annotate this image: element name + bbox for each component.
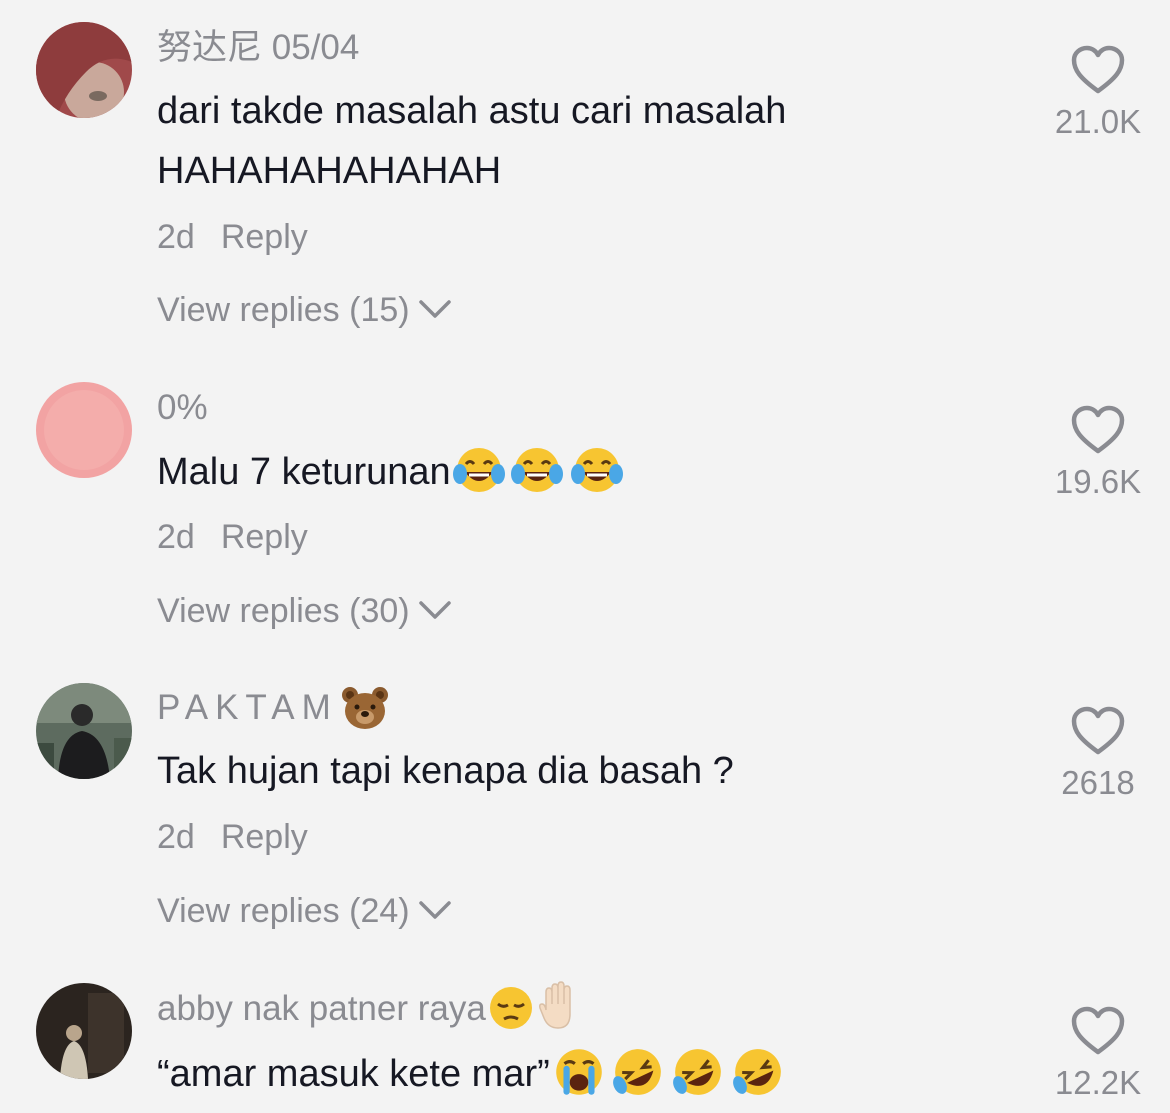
heart-outline-icon[interactable] xyxy=(1070,404,1126,456)
chevron-down-icon xyxy=(418,601,451,619)
rofl-emoji xyxy=(612,1049,661,1095)
tears-of-joy-emoji xyxy=(510,447,563,492)
comment-time: 2d xyxy=(157,218,195,256)
comment-text: Malu 7 keturunan xyxy=(157,443,627,501)
heart-outline-icon[interactable] xyxy=(1070,1005,1126,1057)
view-replies-label: View replies (30) xyxy=(157,592,410,630)
view-replies-label: View replies (24) xyxy=(157,892,410,930)
like-count: 2618 xyxy=(1061,764,1135,801)
comment-text: “amar masuk kete mar” xyxy=(157,1045,788,1103)
reply-button[interactable]: Reply xyxy=(221,518,308,556)
tears-of-joy-emoji xyxy=(570,447,623,492)
comment-time: 2d xyxy=(157,518,195,556)
comment-text-content: Malu 7 keturunan xyxy=(157,451,451,493)
like-control[interactable]: 21.0K xyxy=(1040,44,1156,142)
rofl-emoji xyxy=(672,1049,721,1095)
like-control[interactable]: 12.2K xyxy=(1040,1005,1156,1103)
comment-text: Tak hujan tapi kenapa dia basah ? xyxy=(157,750,734,792)
avatar[interactable] xyxy=(36,382,132,478)
avatar[interactable] xyxy=(36,983,132,1079)
view-replies-label: View replies (15) xyxy=(157,291,410,329)
comment-text-content: “amar masuk kete mar” xyxy=(157,1053,550,1095)
chevron-down-icon xyxy=(418,901,451,919)
view-replies-button[interactable]: View replies (30) xyxy=(157,589,452,633)
view-replies-button[interactable]: View replies (24) xyxy=(157,889,452,933)
comment-meta: 2d Reply xyxy=(157,215,308,259)
like-count: 12.2K xyxy=(1054,1064,1142,1101)
comment-text-line-1: dari takde masalah astu cari masalah xyxy=(157,90,787,132)
bear-emoji xyxy=(341,686,388,729)
comment-username[interactable]: abby nak patner raya xyxy=(157,980,584,1032)
comment-username-text: PAKTAM xyxy=(157,688,338,727)
avatar-image xyxy=(36,22,132,118)
like-count: 19.6K xyxy=(1054,463,1142,500)
loudly-crying-emoji xyxy=(555,1049,602,1095)
view-replies-button[interactable]: View replies (15) xyxy=(157,288,452,332)
reply-button[interactable]: Reply xyxy=(221,218,308,256)
chevron-down-icon xyxy=(418,300,451,318)
comment-username-text: abby nak patner raya xyxy=(157,989,486,1028)
avatar-image xyxy=(36,683,132,779)
like-control[interactable]: 19.6K xyxy=(1040,404,1156,502)
heart-outline-icon[interactable] xyxy=(1070,44,1126,96)
like-control[interactable]: 2618 xyxy=(1040,705,1156,803)
avatar[interactable] xyxy=(36,683,132,779)
comment-meta: 2d Reply xyxy=(157,815,308,859)
avatar-image xyxy=(36,382,132,478)
like-count: 21.0K xyxy=(1054,103,1142,140)
reply-button[interactable]: Reply xyxy=(221,818,308,856)
avatar-image xyxy=(36,983,132,1079)
avatar[interactable] xyxy=(36,22,132,118)
rofl-emoji xyxy=(732,1049,781,1095)
pensive-emoji xyxy=(489,986,532,1029)
comment-username[interactable]: 0% xyxy=(157,386,208,430)
comment-username[interactable]: 努达尼 05/04 xyxy=(157,26,359,70)
comment-text-line-2: HAHAHAHAHAHAH xyxy=(157,150,502,192)
raised-hand-emoji xyxy=(538,980,571,1029)
comment-meta: 2d Reply xyxy=(157,515,308,559)
heart-outline-icon[interactable] xyxy=(1070,705,1126,757)
comment-username[interactable]: PAKTAM xyxy=(157,686,390,731)
comment-time: 2d xyxy=(157,818,195,856)
tears-of-joy-emoji xyxy=(452,447,505,492)
